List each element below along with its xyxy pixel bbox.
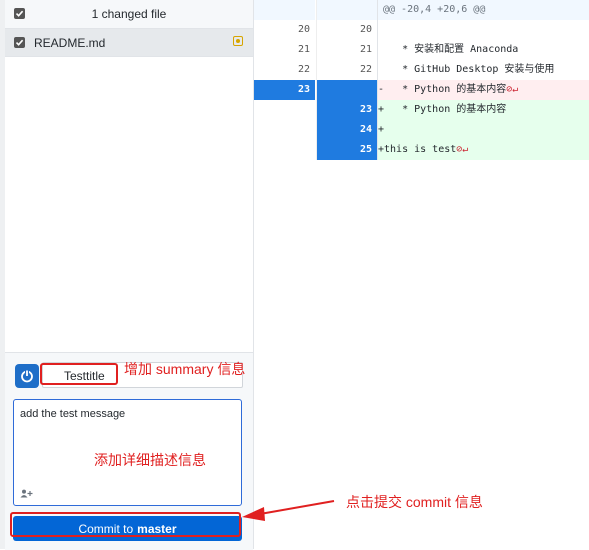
diff-line-code: +this is test⊘↵ <box>378 140 589 160</box>
avatar <box>15 364 39 388</box>
summary-highlight-box <box>40 363 118 385</box>
diff-line-text: * GitHub Desktop 安装与使用 <box>378 64 555 75</box>
commit-annotation: 点击提交 commit 信息 <box>346 494 483 510</box>
new-line-number: 21 <box>316 40 377 60</box>
old-line-number <box>254 100 315 120</box>
diff-added-line[interactable]: 23 + * Python 的基本内容 <box>254 100 589 120</box>
changed-files-count: 1 changed file <box>91 7 167 21</box>
changes-header: 1 changed file <box>5 0 253 29</box>
description-annotation: 添加详细描述信息 <box>94 452 206 468</box>
old-line-number: 20 <box>254 20 315 40</box>
diff-deleted-line[interactable]: 23 - * Python 的基本内容⊘↵ <box>254 80 589 100</box>
diff-line-text: + <box>378 120 589 140</box>
diff-line-text: - * Python 的基本内容 <box>378 84 507 95</box>
diff-view: @@ -20,4 +20,6 @@ 20 20 21 21 * 安装和配置 An… <box>254 0 589 160</box>
summary-annotation: 增加 summary 信息 <box>124 361 246 377</box>
diff-hunk-header: @@ -20,4 +20,6 @@ <box>254 0 589 20</box>
diff-line-text <box>378 20 589 40</box>
diff-gutter-separator <box>377 0 378 160</box>
file-list-item[interactable]: README.md <box>5 29 253 57</box>
add-coauthor-icon[interactable] <box>20 489 33 501</box>
new-line-number[interactable]: 24 <box>316 120 377 140</box>
new-line-number: 20 <box>316 20 377 40</box>
old-line-number <box>254 120 315 140</box>
new-line-number <box>316 80 377 100</box>
new-line-number[interactable]: 25 <box>316 140 377 160</box>
diff-line-text: * 安装和配置 Anaconda <box>378 44 519 55</box>
file-modified-icon <box>233 36 243 46</box>
no-newline-icon: ⊘↵ <box>456 144 469 155</box>
diff-context-line: 20 20 <box>254 20 589 40</box>
old-line-number <box>254 0 315 20</box>
diff-line-text: +this is test <box>378 144 457 155</box>
power-icon <box>21 370 33 383</box>
diff-line-text: + * Python 的基本内容 <box>378 100 589 120</box>
diff-line-text: @@ -20,4 +20,6 @@ <box>378 0 589 20</box>
file-name: README.md <box>34 36 106 50</box>
no-newline-icon: ⊘↵ <box>506 84 519 95</box>
old-line-number <box>254 140 315 160</box>
old-line-number[interactable]: 23 <box>254 80 315 100</box>
new-line-number: 22 <box>316 60 377 80</box>
diff-added-line[interactable]: 24 + <box>254 120 589 140</box>
file-include-checkbox[interactable] <box>14 37 25 48</box>
diff-context-line: 22 22 * GitHub Desktop 安装与使用 <box>254 60 589 80</box>
arrow-icon <box>242 500 335 521</box>
commit-highlight-box <box>10 512 241 537</box>
new-line-number[interactable]: 23 <box>316 100 377 120</box>
old-line-number: 22 <box>254 60 315 80</box>
diff-added-line[interactable]: 25 +this is test⊘↵ <box>254 140 589 160</box>
new-line-number <box>316 0 377 20</box>
diff-line-code: - * Python 的基本内容⊘↵ <box>378 80 589 100</box>
old-line-number: 21 <box>254 40 315 60</box>
description-text: add the test message <box>20 408 126 420</box>
diff-context-line: 21 21 * 安装和配置 Anaconda <box>254 40 589 60</box>
